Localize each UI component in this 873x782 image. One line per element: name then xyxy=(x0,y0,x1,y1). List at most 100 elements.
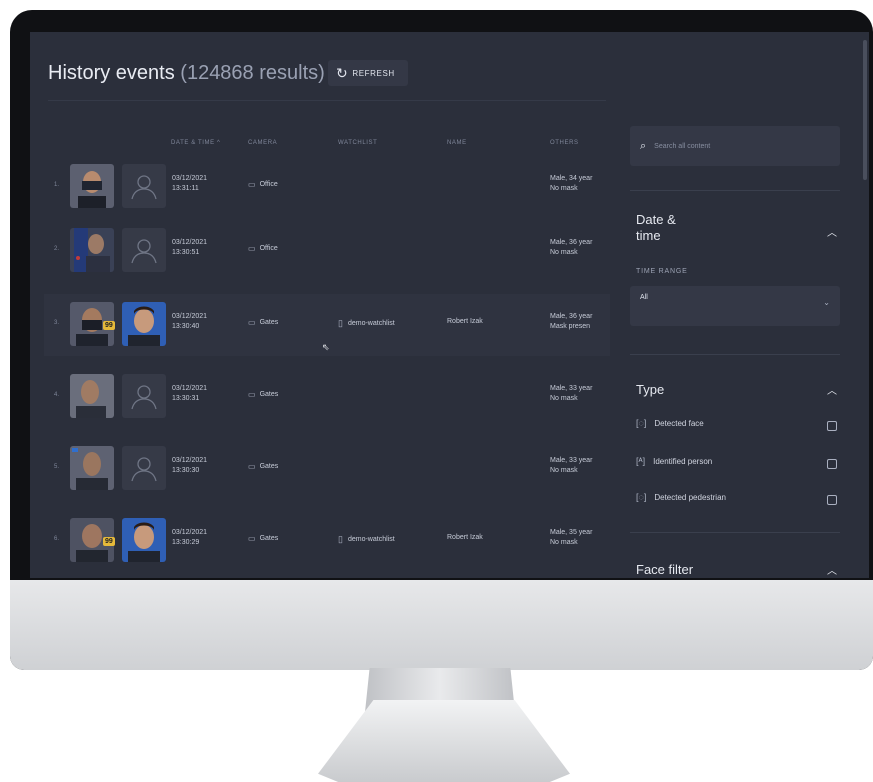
monitor-chin xyxy=(10,580,873,670)
row-number: 6. xyxy=(54,536,60,542)
column-header-watchlist[interactable]: WATCHLIST xyxy=(338,140,377,146)
refresh-button[interactable]: ↻ REFRESH xyxy=(328,60,408,86)
person-scan-icon: [ᴬ] xyxy=(636,456,646,466)
page-title-text: History events xyxy=(48,62,175,84)
watchlist-name: demo-watchlist xyxy=(347,320,395,327)
others-mask: No mask xyxy=(550,185,578,192)
detected-face-thumbnail[interactable] xyxy=(70,228,114,272)
event-time: 13:30:40 xyxy=(172,323,200,330)
type-option-detected-pedestrian[interactable]: [◌] Detected pedestrian xyxy=(636,492,726,502)
type-option-label: Detected pedestrian xyxy=(654,492,726,502)
detected-pedestrian-checkbox[interactable] xyxy=(827,495,837,505)
others-demographics: Male, 36 year xyxy=(550,313,593,320)
camera-icon: ▭ xyxy=(248,462,256,471)
others-cell: Male, 33 year No mask xyxy=(550,384,610,404)
camera-icon: ▭ xyxy=(248,390,256,399)
event-datetime: 03/12/2021 13:30:30 xyxy=(172,456,207,476)
watchlist-cell: ▯ demo-watchlist xyxy=(338,534,395,545)
column-header-name[interactable]: NAME xyxy=(447,140,467,146)
watchlist-cell: ▯ demo-watchlist xyxy=(338,318,395,329)
type-option-identified-person[interactable]: [ᴬ] Identified person xyxy=(636,456,712,466)
table-row[interactable]: 1. 03/12/2021 13:31:11 ▭ Office Male, 34… xyxy=(44,156,610,218)
event-date: 03/12/2021 xyxy=(172,175,208,182)
column-header-others[interactable]: OTHERS xyxy=(550,140,579,146)
camera-name: Office xyxy=(259,245,278,252)
others-cell: Male, 36 year Mask presen xyxy=(550,312,610,332)
others-demographics: Male, 33 year xyxy=(550,385,593,392)
watchlist-face-thumbnail[interactable] xyxy=(122,518,166,562)
person-name: Robert Izak xyxy=(447,318,483,325)
column-header-date[interactable]: DATE & TIME ^ xyxy=(171,140,220,146)
others-cell: Male, 36 year No mask xyxy=(550,238,610,258)
scrollbar[interactable] xyxy=(863,40,867,180)
time-range-value: All xyxy=(640,294,648,301)
event-time: 13:31:11 xyxy=(172,185,199,192)
chevron-up-icon[interactable]: ︿ xyxy=(827,382,837,397)
table-row[interactable]: 6. 99 03/12/2021 13:30:29 ▭ Gates ▯ demo… xyxy=(44,510,610,572)
others-cell: Male, 33 year No mask xyxy=(550,456,610,476)
event-datetime: 03/12/2021 13:30:29 xyxy=(172,528,207,548)
others-cell: Male, 35 year No mask xyxy=(550,528,610,548)
row-number: 5. xyxy=(54,464,60,470)
camera-icon: ▭ xyxy=(248,244,256,253)
watchlist-face-thumbnail[interactable] xyxy=(122,302,166,346)
others-demographics: Male, 34 year xyxy=(550,175,593,182)
others-demographics: Male, 33 year xyxy=(550,457,593,464)
pedestrian-scan-icon: [◌] xyxy=(636,492,647,502)
event-date: 03/12/2021 xyxy=(172,239,208,246)
event-date: 03/12/2021 xyxy=(172,457,208,464)
filter-divider xyxy=(630,190,840,191)
search-icon: ⌕ xyxy=(640,139,647,152)
others-mask: No mask xyxy=(550,395,578,402)
person-placeholder-icon xyxy=(122,228,166,272)
detected-face-thumbnail[interactable] xyxy=(70,164,114,208)
time-range-select[interactable]: All ⌄ xyxy=(630,286,840,326)
camera-icon: ▭ xyxy=(248,534,256,543)
event-datetime: 03/12/2021 13:31:11 xyxy=(172,174,207,194)
time-title-line: time xyxy=(636,228,661,243)
detected-face-thumbnail[interactable] xyxy=(70,374,114,418)
detected-face-thumbnail[interactable] xyxy=(70,446,114,490)
camera-cell: ▭ Gates xyxy=(248,390,278,399)
table-row[interactable]: 4. 03/12/2021 13:30:31 ▭ Gates Male, 33 … xyxy=(44,366,610,428)
filter-divider xyxy=(630,532,840,533)
type-option-detected-face[interactable]: [◌] Detected face xyxy=(636,418,704,428)
table-row[interactable]: 5. 03/12/2021 13:30:30 ▭ Gates Male, 33 … xyxy=(44,438,610,500)
table-row[interactable]: 2. 03/12/2021 13:30:51 ▭ Office Male, 36… xyxy=(44,220,610,282)
chevron-down-icon: ⌄ xyxy=(823,298,830,307)
event-datetime: 03/12/2021 13:30:31 xyxy=(172,384,207,404)
face-scan-icon: [◌] xyxy=(636,418,647,428)
watchlist-icon: ▯ xyxy=(338,318,343,328)
page-title: History events (124868 results) xyxy=(48,62,325,85)
search-input[interactable]: ⌕ Search all content xyxy=(630,126,840,166)
event-date: 03/12/2021 xyxy=(172,529,208,536)
type-section-title: Type xyxy=(636,382,665,397)
camera-name: Gates xyxy=(259,319,279,326)
others-mask: No mask xyxy=(550,249,578,256)
app-screen: History events (124868 results) ↻ REFRES… xyxy=(30,32,869,578)
event-time: 13:30:29 xyxy=(172,539,200,546)
match-score-badge: 99 xyxy=(103,537,115,546)
result-count: (124868 results) xyxy=(180,62,325,84)
chevron-up-icon[interactable]: ︿ xyxy=(827,224,837,239)
chevron-up-icon[interactable]: ︿ xyxy=(827,562,837,577)
identified-person-checkbox[interactable] xyxy=(827,459,837,469)
camera-cell: ▭ Office xyxy=(248,244,278,253)
face-filter-section-title: Face filter xyxy=(636,562,694,577)
mouse-cursor-icon: ⇖ xyxy=(322,342,330,352)
refresh-icon: ↻ xyxy=(336,65,349,81)
camera-cell: ▭ Gates xyxy=(248,534,278,543)
camera-name: Gates xyxy=(259,463,279,470)
row-number: 3. xyxy=(54,320,60,326)
others-mask: No mask xyxy=(550,467,578,474)
others-mask: No mask xyxy=(550,539,578,546)
detected-face-checkbox[interactable] xyxy=(827,421,837,431)
filter-divider xyxy=(630,354,840,355)
others-cell: Male, 34 year No mask xyxy=(550,174,610,194)
match-score-badge: 99 xyxy=(103,321,115,330)
event-datetime: 03/12/2021 13:30:51 xyxy=(172,238,207,258)
row-number: 1. xyxy=(54,182,60,188)
column-header-camera[interactable]: CAMERA xyxy=(248,140,277,146)
camera-icon: ▭ xyxy=(248,318,256,327)
event-time: 13:30:51 xyxy=(172,249,200,256)
